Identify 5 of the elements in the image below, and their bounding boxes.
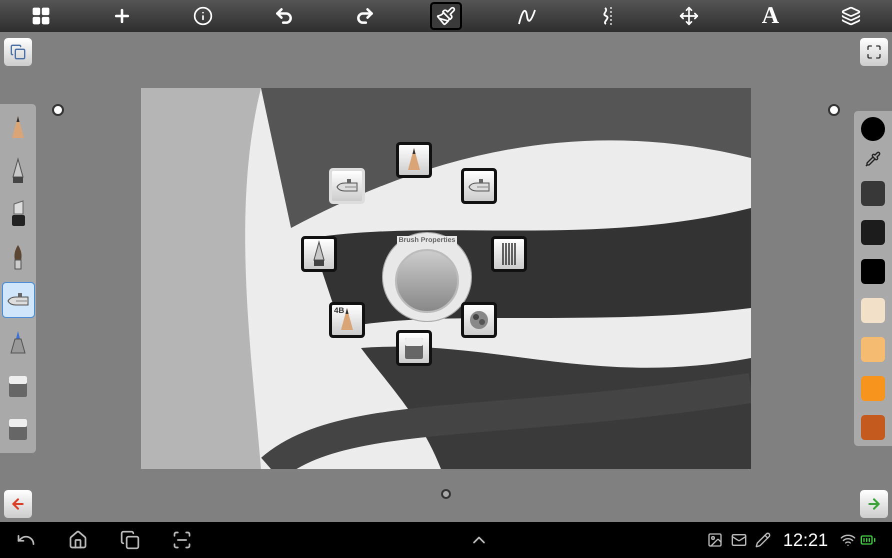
text-tool-label: A xyxy=(762,4,780,28)
toolbar-button[interactable]: A xyxy=(754,2,786,30)
hardness-label: 4B xyxy=(334,305,344,317)
ring-brush-button[interactable]: 4B xyxy=(329,302,365,338)
clock: 12:21 xyxy=(782,529,828,552)
